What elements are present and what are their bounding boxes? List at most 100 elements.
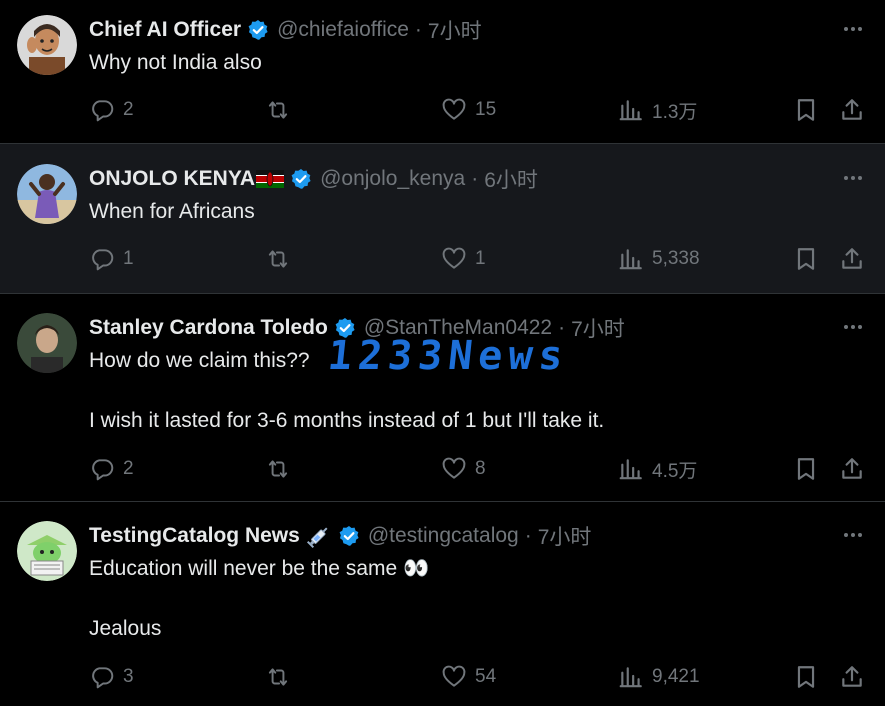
view-count: 9,421 (652, 666, 700, 687)
reply-button[interactable]: 3 (89, 662, 134, 692)
share-button[interactable] (839, 662, 873, 692)
like-button[interactable]: 1 (441, 244, 486, 274)
retweet-icon (268, 460, 288, 478)
reply-icon (92, 667, 114, 689)
heart-icon (442, 98, 466, 120)
tweet-time[interactable]: 7小时 (428, 15, 482, 45)
tweet-actions: 3 54 9,421 (89, 662, 869, 692)
tweet[interactable]: Stanley Cardona Toledo @StanTheMan0422 ·… (0, 294, 885, 502)
view-count: 1.3万 (652, 101, 698, 123)
like-button[interactable]: 15 (441, 95, 496, 125)
heart-icon (442, 457, 466, 479)
more-options-icon[interactable] (841, 315, 865, 339)
reply-count: 2 (123, 99, 134, 120)
like-button[interactable]: 54 (441, 662, 496, 692)
tweet-actions: 1 1 5,338 (89, 244, 869, 274)
separator-dot: · (414, 18, 422, 41)
author-name[interactable]: Stanley Cardona Toledo (89, 316, 328, 340)
separator-dot: · (524, 524, 532, 547)
person-avatar-icon (17, 313, 77, 373)
retweet-icon (268, 250, 288, 268)
tweet-actions: 2 8 4.5万 (89, 454, 869, 484)
reply-count: 3 (123, 666, 134, 687)
author-handle[interactable]: @chiefaioffice (277, 18, 409, 42)
share-icon (842, 99, 862, 120)
analytics-icon (619, 459, 642, 480)
retweet-icon (268, 668, 288, 686)
bookmark-icon (797, 666, 815, 688)
tweet-actions: 2 15 1.3万 (89, 95, 869, 125)
bookmark-icon (797, 99, 815, 121)
view-count: 4.5万 (652, 460, 698, 482)
verified-badge-icon (291, 169, 311, 189)
author-name[interactable]: ONJOLO KENYA (89, 167, 255, 191)
share-button[interactable] (839, 244, 873, 274)
reply-button[interactable]: 2 (89, 95, 134, 125)
author-name[interactable]: Chief AI Officer (89, 18, 241, 42)
bookmark-button[interactable] (793, 662, 827, 692)
retweet-icon (268, 101, 288, 119)
bookmark-button[interactable] (793, 244, 827, 274)
kenya-flag-icon (256, 170, 285, 188)
tweet[interactable]: TestingCatalog News @testingcatalog · 7小… (0, 502, 885, 706)
verified-badge-icon (248, 20, 268, 40)
share-button[interactable] (839, 95, 873, 125)
more-options-icon[interactable] (841, 166, 865, 190)
tweet-text: When for Africans (89, 200, 255, 223)
retweet-button[interactable] (265, 662, 299, 692)
tweet-time[interactable]: 7小时 (571, 313, 625, 343)
tweet-time[interactable]: 7小时 (538, 521, 592, 551)
robot-avatar-icon (17, 521, 77, 581)
heart-icon (442, 247, 466, 269)
retweet-button[interactable] (265, 244, 299, 274)
analytics-icon (619, 100, 642, 121)
author-handle[interactable]: @onjolo_kenya (320, 167, 465, 191)
like-count: 54 (475, 666, 497, 687)
retweet-button[interactable] (265, 95, 299, 125)
tweet-text: Why not India also (89, 51, 262, 74)
watermark: 1233News (325, 333, 572, 379)
view-count: 5,338 (652, 248, 700, 269)
retweet-button[interactable] (265, 454, 299, 484)
views-button[interactable]: 1.3万 (618, 95, 697, 125)
person-avatar-icon (17, 164, 77, 224)
reply-icon (92, 100, 114, 122)
verified-badge-icon (339, 526, 359, 546)
share-icon (842, 666, 862, 687)
more-options-icon[interactable] (841, 523, 865, 547)
author-handle[interactable]: @testingcatalog (368, 524, 519, 548)
views-button[interactable]: 5,338 (618, 244, 700, 274)
memoji-avatar-icon (17, 15, 77, 75)
reply-count: 2 (123, 458, 134, 479)
like-count: 1 (475, 248, 486, 269)
tweet[interactable]: Chief AI Officer @chiefaioffice · 7小时 Wh… (0, 0, 885, 144)
share-button[interactable] (839, 454, 873, 484)
analytics-icon (619, 667, 642, 688)
bookmark-icon (797, 248, 815, 270)
bookmark-button[interactable] (793, 454, 827, 484)
author-name[interactable]: TestingCatalog News (89, 524, 300, 548)
like-button[interactable]: 8 (441, 454, 486, 484)
separator-dot: · (471, 167, 479, 190)
avatar[interactable] (17, 313, 77, 373)
more-options-icon[interactable] (841, 17, 865, 41)
reply-button[interactable]: 1 (89, 244, 134, 274)
reply-button[interactable]: 2 (89, 454, 134, 484)
heart-icon (442, 665, 466, 687)
like-count: 15 (475, 99, 497, 120)
avatar[interactable] (17, 521, 77, 581)
tweet-time[interactable]: 6小时 (484, 164, 538, 194)
share-icon (842, 248, 862, 269)
reply-icon (92, 459, 114, 481)
bookmark-icon (797, 458, 815, 480)
tweet-text: Education will never be the same 👀 Jealo… (89, 557, 430, 640)
views-button[interactable]: 9,421 (618, 662, 700, 692)
reply-count: 1 (123, 248, 134, 269)
avatar[interactable] (17, 15, 77, 75)
reply-icon (92, 249, 114, 271)
views-button[interactable]: 4.5万 (618, 454, 697, 484)
tweet[interactable]: ONJOLO KENYA @onjolo_kenya · 6小时 When fo… (0, 144, 885, 294)
like-count: 8 (475, 458, 486, 479)
bookmark-button[interactable] (793, 95, 827, 125)
avatar[interactable] (17, 164, 77, 224)
